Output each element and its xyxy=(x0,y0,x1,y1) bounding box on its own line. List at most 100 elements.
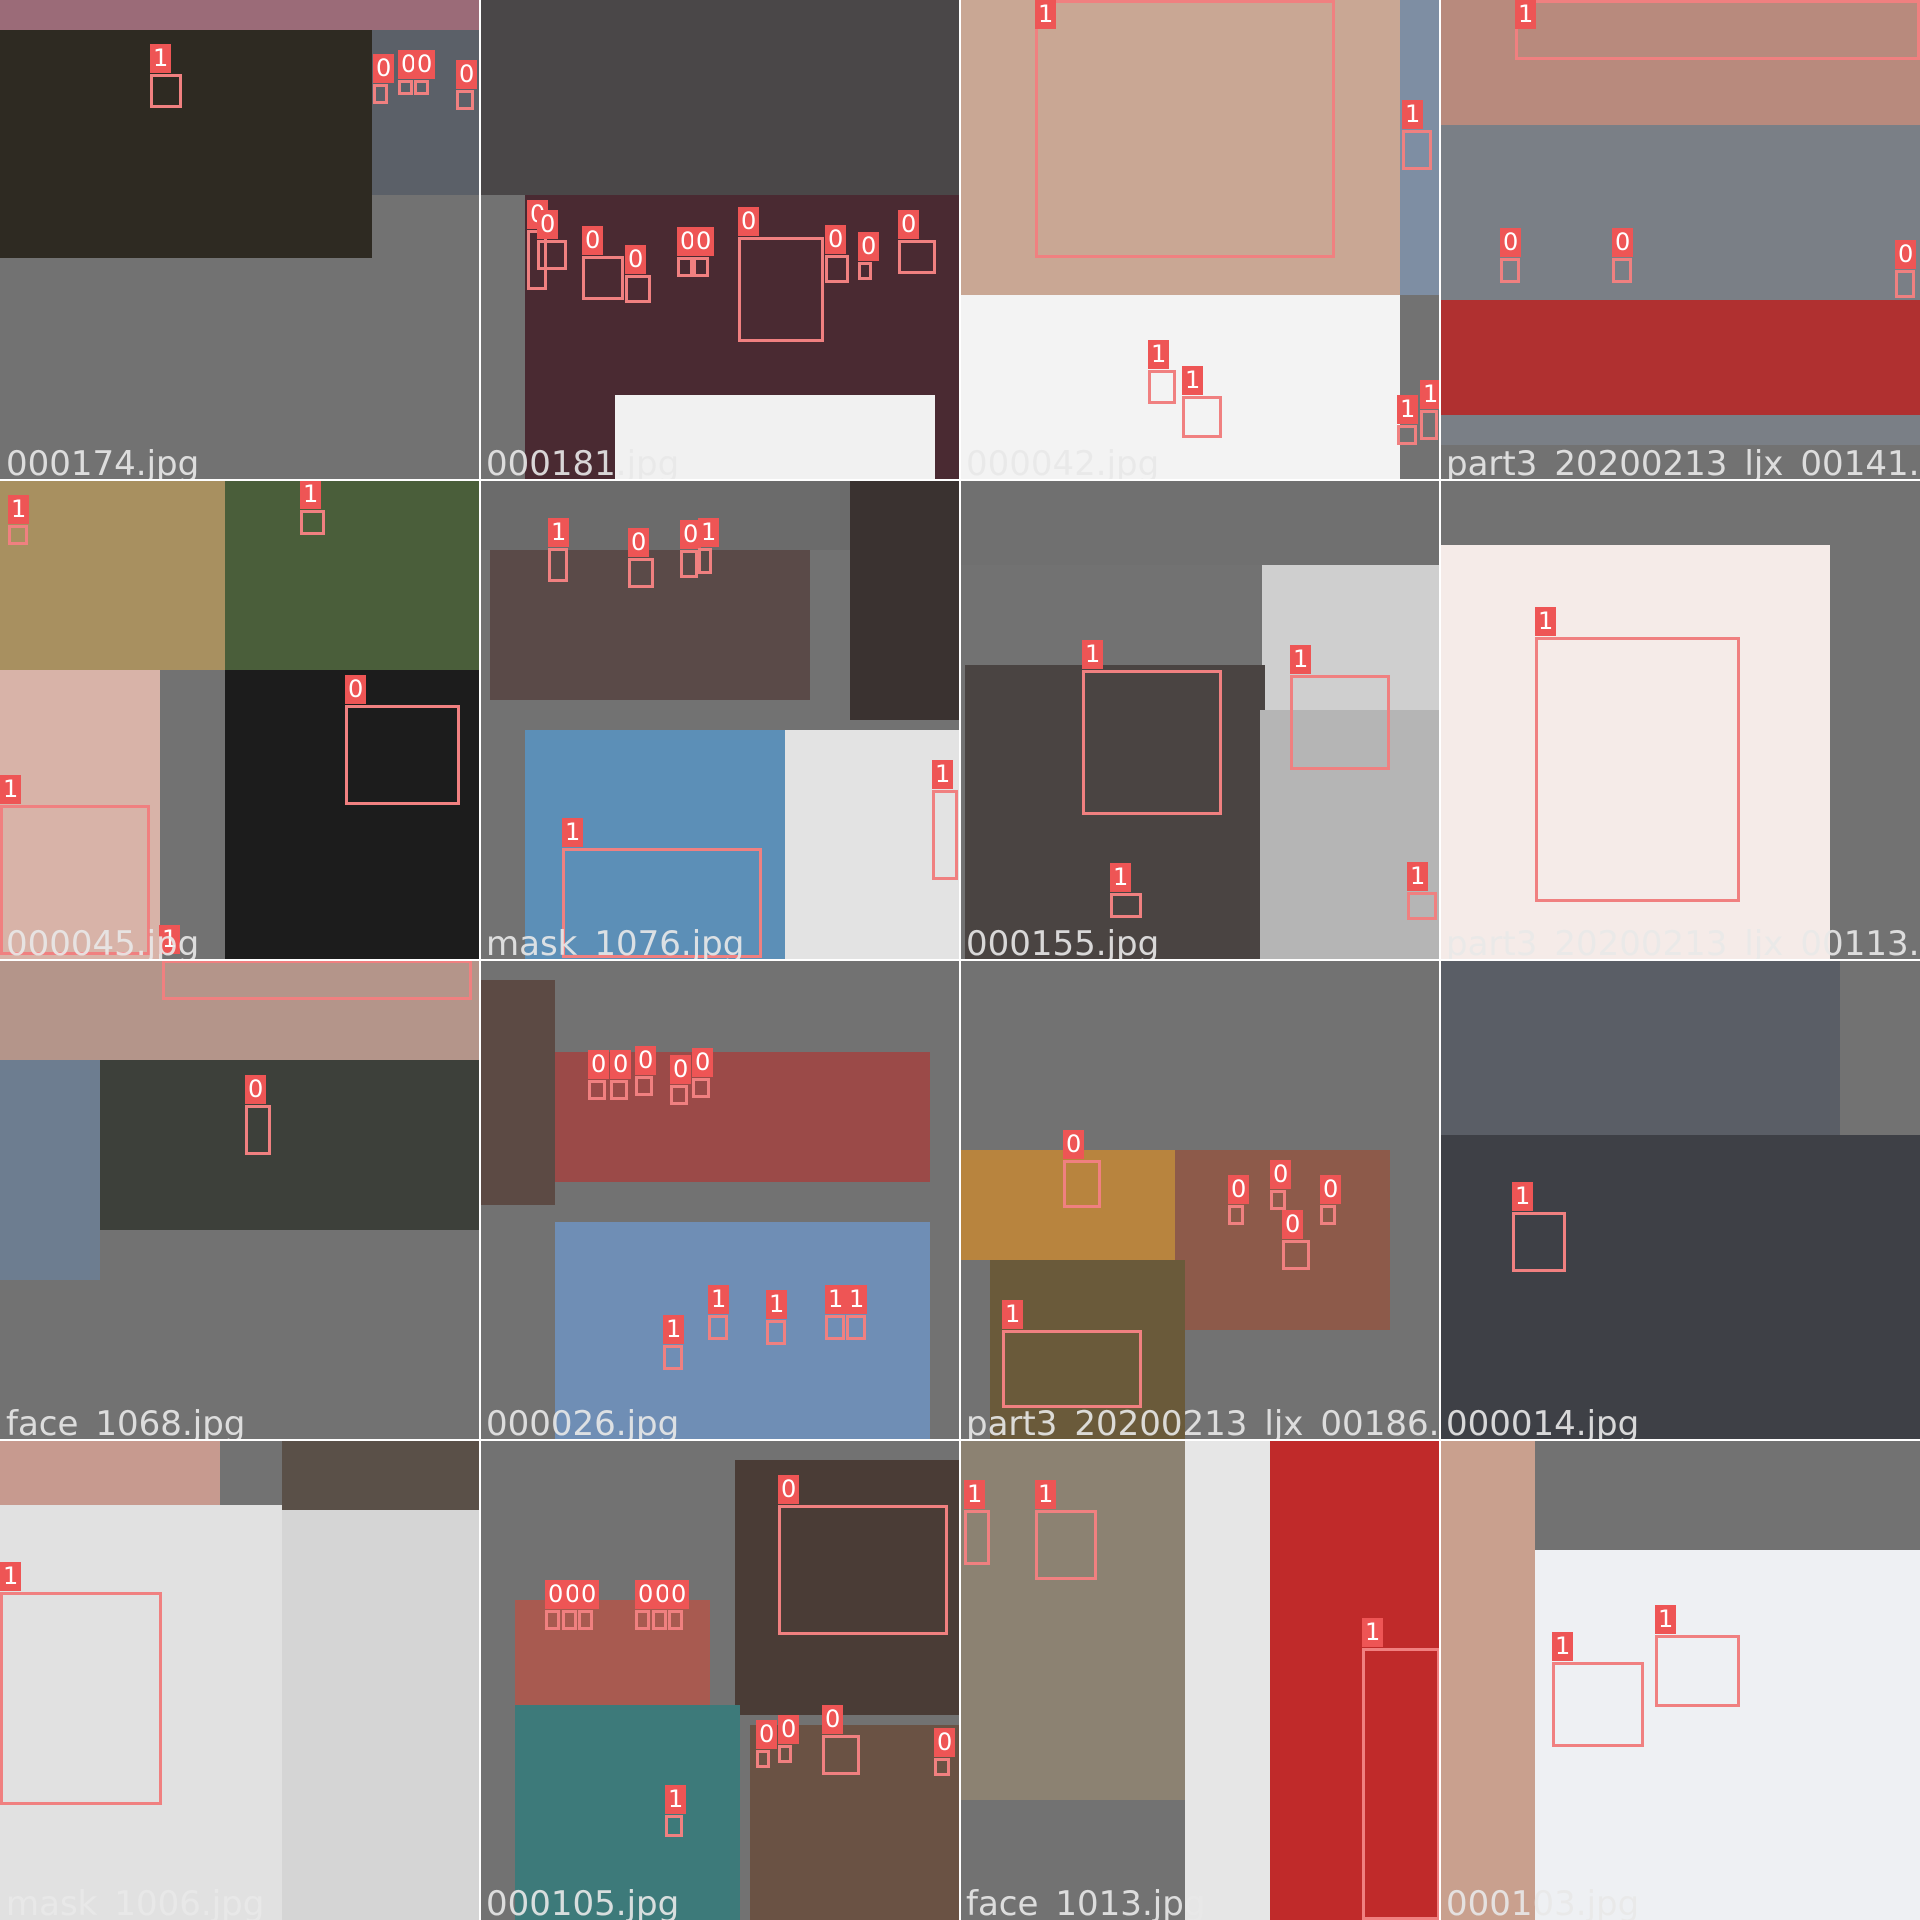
bbox: 0 xyxy=(677,227,699,277)
bbox: 0 xyxy=(738,207,824,342)
bbox: 1 xyxy=(766,1290,788,1345)
bbox: 1 xyxy=(1552,1632,1644,1747)
bbox: 1 xyxy=(1402,100,1432,170)
bbox: 0 xyxy=(635,1580,657,1630)
tile-face-1068: 0 0 face_1068.jpg xyxy=(0,960,480,1440)
bbox: 0 xyxy=(693,227,715,277)
bbox-label: 1 xyxy=(1655,1605,1677,1634)
bbox-label: 1 xyxy=(1552,1632,1574,1661)
bbox: 0 xyxy=(373,54,395,104)
bbox-label: 0 xyxy=(625,245,647,274)
bbox-label: 1 xyxy=(1290,645,1312,674)
bbox: 1 xyxy=(1655,1605,1740,1707)
bbox: 1 xyxy=(1420,380,1440,440)
tile-000014: 1 000014.jpg xyxy=(1440,960,1920,1440)
bbox-label: 0 xyxy=(778,1715,800,1744)
bbox: 1 xyxy=(1035,1480,1097,1580)
bbox-label: 1 xyxy=(1148,340,1170,369)
bbox: 0 xyxy=(562,1580,584,1630)
tile-mask-1076: 1 0 0 1 1 1 mask_1076.jpg xyxy=(480,480,960,960)
bbox-label: 0 xyxy=(456,60,478,89)
bbox-label: 1 xyxy=(1515,0,1537,29)
image-filename: 000105.jpg xyxy=(486,1884,680,1920)
bbox: 0 xyxy=(756,1720,778,1768)
bbox-label: 1 xyxy=(1535,607,1557,636)
bbox-label: 1 xyxy=(1035,0,1057,29)
tile-part3-00186: 0 0 0 0 0 1 part3_20200213_ljx_00186.jpg xyxy=(960,960,1440,1440)
bbox-label: 1 xyxy=(1402,100,1424,129)
bbox-label: 0 xyxy=(778,1475,800,1504)
bbox: 1 xyxy=(1082,640,1222,815)
tile-part3-00113: 1 0 0 0 0 0 part3_20200213_ljx_00113.j xyxy=(1440,480,1920,960)
bbox-label: 0 xyxy=(1063,1130,1085,1159)
bbox-label: 1 xyxy=(8,495,30,524)
bbox: 0 xyxy=(456,60,478,110)
bbox-label: 1 xyxy=(300,480,322,509)
tile-000026: 0 0 0 0 0 1 1 1 1 1 000026.jpg xyxy=(480,960,960,1440)
bbox: 0 xyxy=(778,1715,800,1763)
bbox: 0 xyxy=(692,1048,714,1098)
bbox-label: 1 xyxy=(1035,1480,1057,1509)
bbox: 1 xyxy=(1362,1618,1440,1920)
tile-face-1013: 1 1 1 face_1013.jpg xyxy=(960,1440,1440,1920)
bbox: 0 xyxy=(635,1046,657,1096)
bbox: 1 xyxy=(663,1315,685,1370)
bbox-label: 1 xyxy=(1362,1618,1384,1647)
bbox: 1 xyxy=(8,495,30,545)
image-filename: 000026.jpg xyxy=(486,1404,680,1440)
bbox: 1 xyxy=(698,518,720,574)
bbox: 0 xyxy=(628,528,654,588)
bbox-label: 0 xyxy=(693,227,715,256)
bbox-label: 0 xyxy=(822,1705,844,1734)
bbox-label: 0 xyxy=(738,207,760,236)
bbox-label: 0 xyxy=(825,225,847,254)
bbox-label: 1 xyxy=(825,1285,847,1314)
bbox: 0 xyxy=(670,1055,692,1105)
bbox: 0 xyxy=(680,520,702,578)
bbox: 1 xyxy=(1035,0,1335,258)
grid-divider xyxy=(0,1439,1920,1441)
bbox-label: 1 xyxy=(0,775,22,804)
bbox: 0 xyxy=(398,50,420,95)
bbox-label: 1 xyxy=(1002,1300,1024,1329)
bbox-label: 0 xyxy=(345,675,367,704)
bbox-label: 0 xyxy=(588,1050,610,1079)
bbox: 0 xyxy=(414,50,436,95)
tile-000103: 1 1 000103.jpg xyxy=(1440,1440,1920,1920)
bbox: 1 xyxy=(1002,1300,1142,1408)
bbox: 0 xyxy=(588,1050,610,1100)
bbox-label: 0 xyxy=(1270,1160,1292,1189)
bbox-label: 0 xyxy=(578,1580,600,1609)
image-filename: 000045.jpg xyxy=(6,924,200,960)
grid-divider xyxy=(0,959,1920,961)
bbox: 1 xyxy=(548,518,570,582)
bbox: 0 xyxy=(1270,1160,1292,1210)
bbox-label: 1 xyxy=(1420,380,1440,409)
bbox: 0 xyxy=(1612,228,1634,283)
bbox: 0 xyxy=(345,675,460,805)
image-filename: mask_1006.jpg xyxy=(6,1884,265,1920)
bbox-label: 0 xyxy=(934,1728,956,1757)
bbox: 0 xyxy=(1895,240,1917,298)
bbox-label: 0 xyxy=(1612,228,1634,257)
bbox: 0 xyxy=(578,1580,600,1630)
bbox: 0 xyxy=(668,1580,690,1630)
bbox: 1 xyxy=(964,1480,990,1565)
bbox-label: 0 xyxy=(582,226,604,255)
bbox: 0 xyxy=(778,1475,948,1635)
image-filename: 000014.jpg xyxy=(1446,1404,1640,1440)
tile-000174: 1 0 0 0 0 000174.jpg xyxy=(0,0,480,480)
bbox: 1 xyxy=(1535,607,1740,902)
bbox-label: 1 xyxy=(548,518,570,547)
bbox: 1 xyxy=(1148,340,1176,404)
bbox-label: 0 xyxy=(1500,228,1522,257)
tile-000105: 0 0 0 0 0 0 0 0 0 0 0 1 000105.jpg xyxy=(480,1440,960,1920)
bbox-label: 0 xyxy=(668,1580,690,1609)
bbox-label: 0 xyxy=(692,1048,714,1077)
tile-mask-1006: 1 mask_1006.jpg xyxy=(0,1440,480,1920)
bbox: 0 xyxy=(1282,1210,1310,1270)
image-filename: 000042.jpg xyxy=(966,444,1160,480)
tile-000042: 1 1 1 1 1 1 000042.jpg xyxy=(960,0,1440,480)
bbox: 0 xyxy=(858,232,880,280)
bbox-label: 0 xyxy=(858,232,880,261)
